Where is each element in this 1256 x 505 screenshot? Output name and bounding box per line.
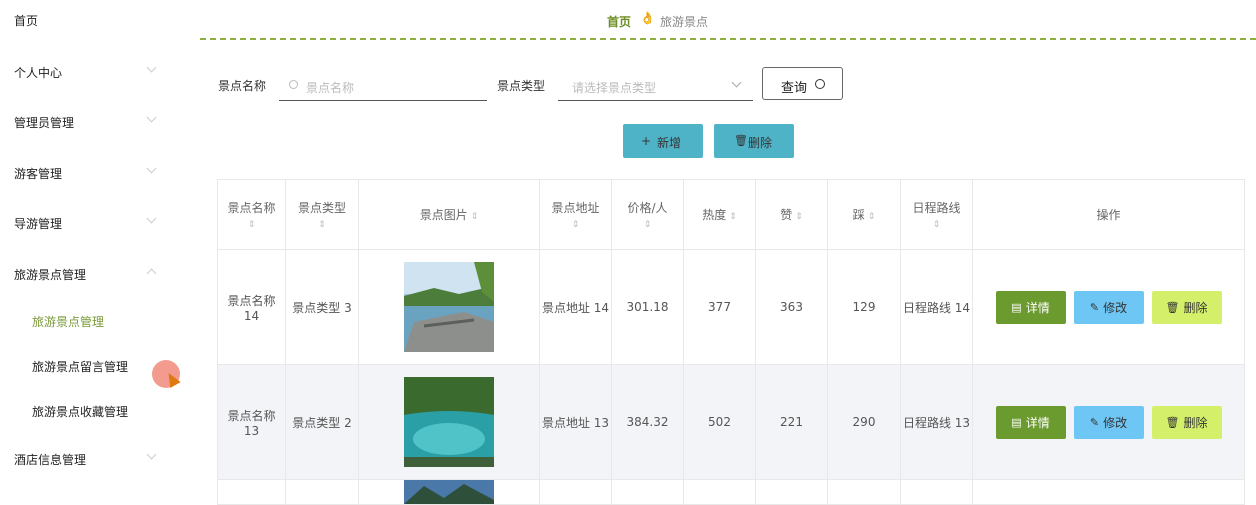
attractions-table: 景点名称 ⇕ 景点类型 ⇕ 景点图片 ⇕ 景点地址 ⇕ 价格/人 ⇕ 热度 ⇕ 赞 ⇕ 踩 ⇕ … — [217, 179, 1245, 505]
column-header[interactable]: 日程路线 ⇕ — [900, 179, 973, 250]
cell-route: 日程路线 13 — [900, 364, 973, 480]
column-header[interactable]: 赞 ⇕ — [755, 179, 828, 250]
detail-button[interactable]: ▤ 详情 — [995, 405, 1066, 439]
add-button-label: 新增 — [657, 136, 682, 150]
column-header[interactable]: 景点图片 ⇕ — [358, 179, 540, 250]
column-header[interactable]: 热度 ⇕ — [683, 179, 756, 250]
chevron-down-icon — [146, 112, 157, 123]
search-button-label: 查询 — [781, 81, 808, 96]
pencil-icon: ✎ — [1089, 415, 1100, 429]
add-button[interactable]: + 新增 — [623, 124, 703, 158]
column-header: 操作 — [972, 179, 1245, 250]
batch-delete-button[interactable]: 🗑 删除 — [714, 124, 794, 158]
cell-image — [358, 364, 540, 480]
cell-actions: ▤ 详情 ✎ 修改 🗑 删除 — [972, 249, 1245, 365]
cell-dislikes: 129 — [827, 249, 901, 365]
plus-icon: + — [641, 134, 652, 148]
sort-icon: ⇕ — [571, 220, 580, 230]
cell-price: 301.18 — [611, 249, 684, 365]
attraction-image — [404, 377, 494, 467]
cell-type: 景点类型 3 — [285, 249, 359, 365]
sort-icon: ⇕ — [318, 220, 326, 230]
sidebar-item-admin[interactable]: 管理员管理 — [14, 114, 74, 131]
breadcrumb-home[interactable]: 首页 — [607, 13, 631, 30]
sort-icon: ⇕ — [795, 212, 803, 222]
cell-price: 384.32 — [611, 364, 684, 480]
cell-name: 景点名称 13 — [217, 364, 286, 480]
attraction-image — [404, 262, 494, 352]
delete-button[interactable]: 🗑 删除 — [1151, 405, 1222, 439]
ok-hand-icon: 👌 — [640, 11, 655, 25]
column-header[interactable]: 价格/人 ⇕ — [611, 179, 684, 250]
column-header[interactable]: 景点地址 ⇕ — [539, 179, 612, 250]
type-select[interactable]: 请选择景点类型 — [558, 70, 753, 101]
cell-likes: 363 — [755, 249, 828, 365]
sort-icon: ⇕ — [643, 220, 652, 230]
cell-address: 景点地址 13 — [539, 364, 612, 480]
document-icon: ▤ — [1011, 415, 1022, 429]
detail-button[interactable]: ▤ 详情 — [995, 290, 1066, 324]
cell-heat: 502 — [683, 364, 756, 480]
trash-icon: 🗑 — [1165, 415, 1180, 429]
sort-icon: ⇕ — [729, 212, 737, 222]
breadcrumb-current: 旅游景点 — [660, 15, 709, 29]
cell-heat: 377 — [683, 249, 756, 365]
sidebar-subitem-attraction-management[interactable]: 旅游景点管理 — [32, 313, 104, 330]
column-header[interactable]: 景点类型 ⇕ — [285, 179, 359, 250]
name-placeholder: 景点名称 — [306, 81, 355, 95]
sidebar-subitem-attraction-favorites[interactable]: 旅游景点收藏管理 — [32, 403, 128, 420]
attraction-image — [404, 480, 494, 504]
name-search-input[interactable]: 景点名称 — [279, 70, 487, 101]
chevron-down-icon — [146, 163, 157, 174]
cell-name: 景点名称 14 — [217, 249, 286, 365]
cell-type: 景点类型 2 — [285, 364, 359, 480]
cell-image — [358, 479, 540, 505]
sidebar-item-personal-center[interactable]: 个人中心 — [14, 64, 62, 81]
trash-icon: 🗑 — [1165, 300, 1180, 314]
delete-button[interactable]: 🗑 删除 — [1151, 290, 1222, 324]
breadcrumb: 首页 👌 旅游景点 — [200, 0, 1256, 40]
divider — [200, 38, 1256, 40]
edit-button[interactable]: ✎ 修改 — [1073, 290, 1144, 324]
table-row: 景点名称 13 景点类型 2 景点地址 13 384.32 502 221 29… — [217, 364, 1245, 480]
column-header[interactable]: 踩 ⇕ — [827, 179, 901, 250]
type-placeholder: 请选择景点类型 — [572, 81, 657, 95]
sidebar-item-tourist[interactable]: 游客管理 — [14, 165, 62, 182]
chevron-down-icon — [146, 449, 157, 460]
sidebar-item-attractions[interactable]: 旅游景点管理 — [14, 266, 86, 283]
search-button[interactable]: 查询 — [762, 67, 843, 100]
type-label: 景点类型 — [497, 79, 546, 93]
chevron-down-icon — [731, 77, 742, 88]
name-label: 景点名称 — [218, 79, 267, 93]
document-icon: ▤ — [1011, 300, 1022, 314]
column-header[interactable]: 景点名称 ⇕ — [217, 179, 286, 250]
chevron-up-icon — [146, 268, 157, 279]
sort-icon: ⇕ — [247, 220, 256, 230]
sidebar-item-home[interactable]: 首页 — [14, 12, 38, 29]
chevron-down-icon — [146, 213, 157, 224]
sidebar: 首页 个人中心 管理员管理 游客管理 导游管理 旅游景点管理 旅游景点管理 旅游… — [0, 0, 190, 502]
sort-icon: ⇕ — [867, 212, 876, 222]
cell-actions: ▤ 详情 ✎ 修改 🗑 删除 — [972, 364, 1245, 480]
chevron-down-icon — [146, 62, 157, 73]
trash-icon: 🗑 — [734, 134, 748, 147]
table-row — [217, 479, 1245, 505]
sidebar-item-hotel[interactable]: 酒店信息管理 — [14, 451, 86, 468]
sort-icon: ⇕ — [932, 220, 941, 230]
search-icon — [815, 79, 825, 89]
cell-image — [358, 249, 540, 365]
search-icon — [289, 80, 298, 89]
pencil-icon: ✎ — [1089, 300, 1100, 314]
cell-likes: 221 — [755, 364, 828, 480]
edit-button[interactable]: ✎ 修改 — [1073, 405, 1144, 439]
sort-icon: ⇕ — [470, 212, 479, 222]
delete-button-label: 删除 — [748, 136, 773, 150]
cell-address: 景点地址 14 — [539, 249, 612, 365]
sidebar-subitem-attraction-comments[interactable]: 旅游景点留言管理 — [32, 358, 128, 375]
table-row: 景点名称 14 景点类型 3 景点地址 14 301.18 377 363 12… — [217, 249, 1245, 365]
cell-dislikes: 290 — [827, 364, 901, 480]
sidebar-item-guide[interactable]: 导游管理 — [14, 215, 62, 232]
table-header-row: 景点名称 ⇕ 景点类型 ⇕ 景点图片 ⇕ 景点地址 ⇕ 价格/人 ⇕ 热度 ⇕ 赞 ⇕ 踩 ⇕ … — [217, 179, 1245, 250]
cell-route: 日程路线 14 — [900, 249, 973, 365]
